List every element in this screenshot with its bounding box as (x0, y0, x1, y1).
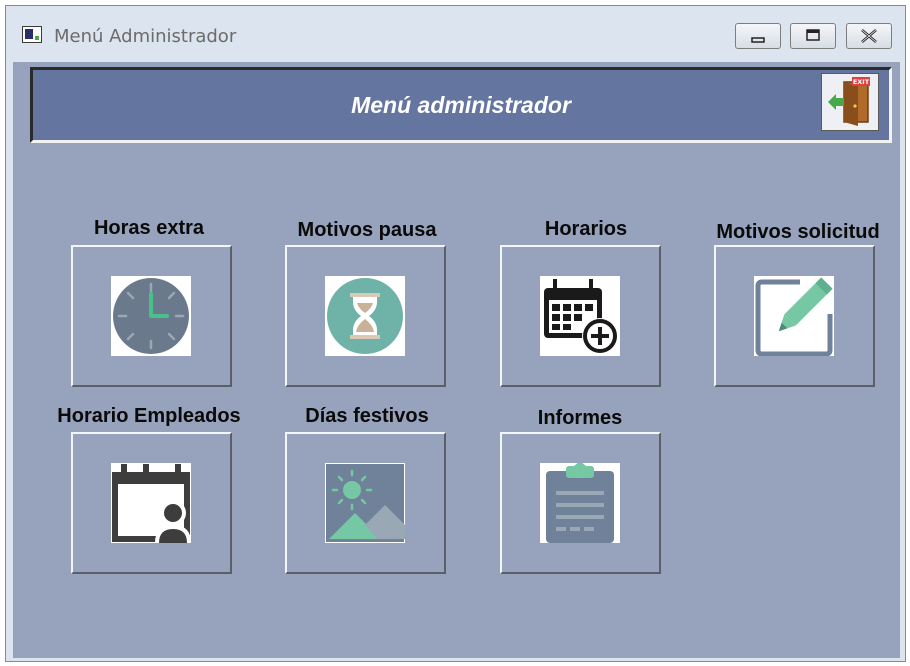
clock-icon (113, 278, 189, 354)
calendar-person-icon (112, 464, 191, 543)
hourglass-icon (327, 278, 403, 354)
app-window-icon (22, 26, 42, 43)
minimize-button[interactable] (735, 23, 781, 49)
window-title: Menú Administrador (54, 26, 237, 47)
motivos-pausa-button[interactable] (285, 245, 446, 387)
menu-label-motivos-solicitud: Motivos solicitud (716, 221, 880, 243)
calendar-add-tile (540, 276, 620, 356)
horario-empleados-button[interactable] (71, 432, 232, 574)
menu-label-horario-empleados: Horario Empleados (57, 405, 241, 427)
client-area: Menú administrador EXIT Horas extra Moti… (13, 62, 900, 658)
exit-sign-text: EXIT (853, 78, 870, 86)
image-tile (325, 463, 405, 543)
close-button[interactable] (846, 23, 892, 49)
image-landscape-icon (326, 464, 405, 542)
menu-label-motivos-pausa: Motivos pausa (297, 219, 437, 241)
horarios-button[interactable] (500, 245, 661, 387)
maximize-button[interactable] (790, 23, 836, 49)
clipboard-tile (540, 463, 620, 543)
menu-label-informes: Informes (537, 407, 623, 429)
minimize-icon (751, 37, 765, 43)
header-panel: Menú administrador EXIT (30, 67, 892, 143)
motivos-solicitud-button[interactable] (714, 245, 875, 387)
application-window: Menú Administrador Menú administrador EX… (5, 5, 906, 662)
menu-label-horas-extra: Horas extra (93, 217, 205, 239)
edit-tile (754, 276, 834, 356)
clock-tile (111, 276, 191, 356)
horas-extra-button[interactable] (71, 245, 232, 387)
informes-button[interactable] (500, 432, 661, 574)
calendar-person-tile (111, 463, 191, 543)
calendar-add-icon (544, 279, 618, 354)
maximize-icon (806, 29, 820, 41)
edit-pencil-icon (755, 277, 833, 356)
close-icon (861, 29, 877, 43)
header-title: Menú administrador (351, 92, 571, 118)
title-bar[interactable]: Menú Administrador (6, 6, 905, 61)
clipboard-report-icon (546, 463, 614, 543)
dias-festivos-button[interactable] (285, 432, 446, 574)
hourglass-tile (325, 276, 405, 356)
exit-door-icon: EXIT (828, 77, 870, 126)
menu-label-dias-festivos: Días festivos (305, 405, 429, 427)
exit-button[interactable]: EXIT (821, 73, 879, 131)
menu-label-horarios: Horarios (544, 218, 628, 240)
